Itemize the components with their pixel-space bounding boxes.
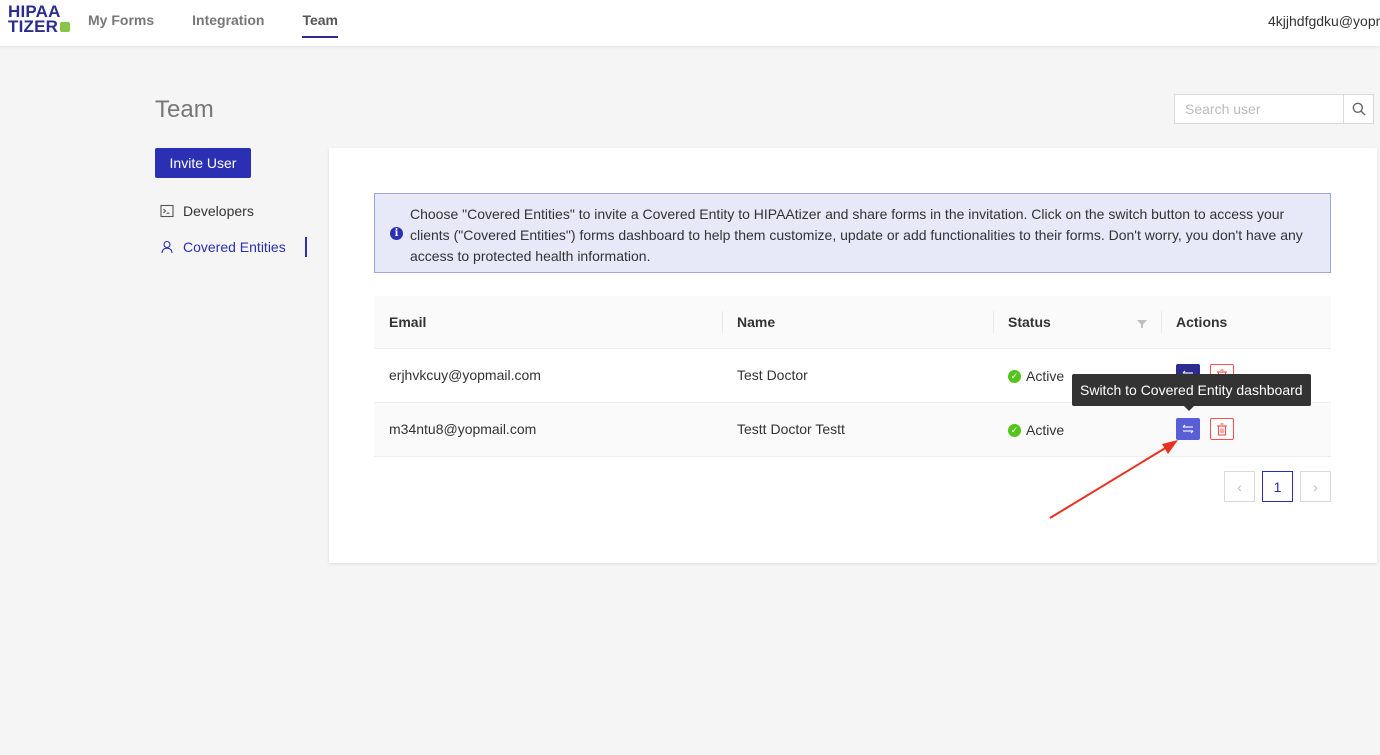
- check-circle-icon: ✓: [1008, 369, 1021, 383]
- covered-entities-card: i Choose "Covered Entities" to invite a …: [329, 148, 1377, 563]
- status-label: Active: [1026, 368, 1065, 385]
- annotation-arrow: [1049, 440, 1178, 519]
- side-item-covered-entities[interactable]: Covered Entities: [155, 232, 307, 262]
- side-item-label: Developers: [183, 203, 254, 219]
- row-email: erjhvkcuy@yopmail.com: [374, 348, 722, 403]
- next-page-button[interactable]: ›: [1300, 471, 1331, 502]
- hipaatizer-logo[interactable]: HIPAA TIZER: [8, 3, 72, 35]
- switch-tooltip: Switch to Covered Entity dashboard: [1072, 374, 1311, 411]
- search-user-box: [1174, 94, 1374, 124]
- logo-lock-icon: [60, 22, 70, 32]
- terminal-icon: [157, 201, 177, 221]
- invite-user-button[interactable]: Invite User: [155, 148, 251, 178]
- team-side-menu: Developers Covered Entities: [155, 196, 307, 268]
- row-name: Test Doctor: [722, 348, 993, 403]
- row-email: m34ntu8@yopmail.com: [374, 402, 722, 457]
- user-account-email[interactable]: 4kjjhdfgdku@yopr: [1268, 13, 1380, 29]
- nav-integration[interactable]: Integration: [192, 0, 264, 46]
- user-icon: [157, 237, 177, 257]
- status-header-label: Status: [1008, 313, 1051, 330]
- search-user-input[interactable]: [1175, 95, 1343, 123]
- column-header-status: Status: [993, 296, 1161, 349]
- side-item-label: Covered Entities: [183, 239, 286, 255]
- info-alert: i Choose "Covered Entities" to invite a …: [374, 193, 1331, 273]
- nav-my-forms[interactable]: My Forms: [88, 0, 154, 46]
- pagination: ‹ 1 ›: [1224, 471, 1331, 502]
- info-alert-text: Choose "Covered Entities" to invite a Co…: [410, 206, 1303, 264]
- search-icon: [1352, 102, 1365, 116]
- info-icon: i: [390, 227, 403, 240]
- row-name: Testt Doctor Testt: [722, 402, 993, 457]
- trash-icon: [1217, 422, 1227, 436]
- side-item-developers[interactable]: Developers: [155, 196, 307, 226]
- filter-icon[interactable]: [1137, 316, 1147, 332]
- column-header-actions: Actions: [1161, 296, 1331, 349]
- delete-button[interactable]: [1210, 418, 1234, 440]
- main-nav: My Forms Integration Team: [88, 0, 376, 46]
- check-circle-icon: ✓: [1008, 423, 1021, 437]
- prev-page-button[interactable]: ‹: [1224, 471, 1255, 502]
- page-title: Team: [155, 96, 214, 123]
- top-header: HIPAA TIZER My Forms Integration Team 4k…: [0, 0, 1380, 46]
- column-header-name: Name: [722, 296, 993, 349]
- nav-team[interactable]: Team: [302, 0, 338, 46]
- search-button[interactable]: [1343, 95, 1373, 123]
- page-number-button[interactable]: 1: [1262, 471, 1293, 502]
- column-header-email: Email: [374, 296, 722, 349]
